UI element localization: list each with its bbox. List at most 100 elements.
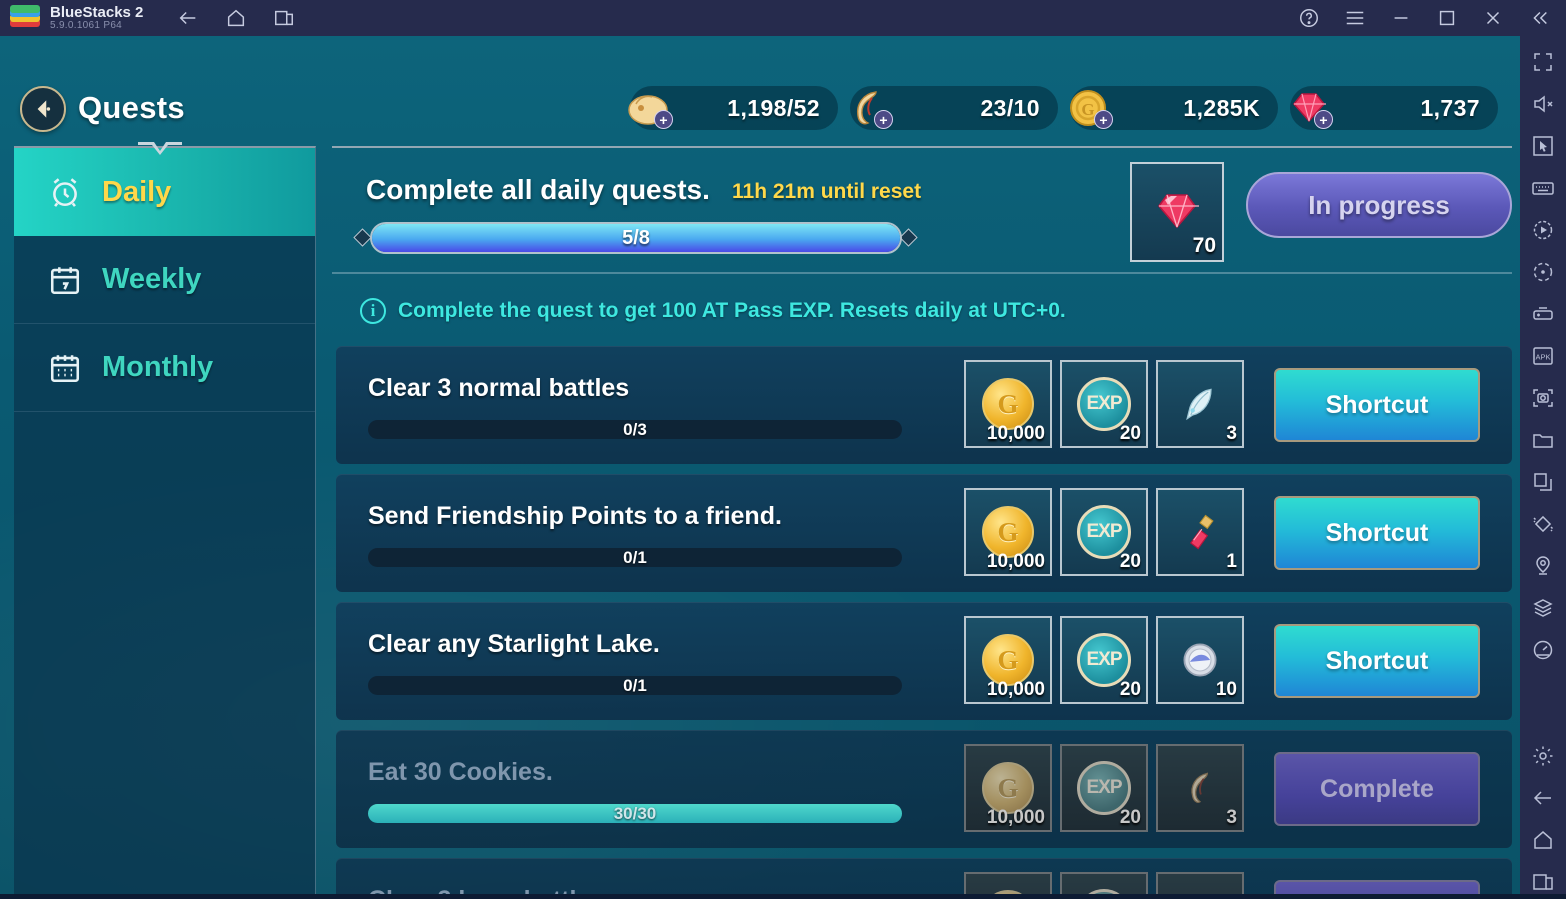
quest-reward-slot[interactable]: EXP 20 xyxy=(1060,360,1148,448)
sidebar-item-daily[interactable]: Daily xyxy=(14,148,315,236)
banner-reward-qty: 70 xyxy=(1192,234,1216,257)
bluestacks-app-name: BlueStacks 2 xyxy=(50,3,144,21)
info-icon: i xyxy=(360,298,386,324)
quest-reward-slot[interactable]: EXP 20 xyxy=(1060,744,1148,832)
add-crescent-button[interactable]: + xyxy=(874,110,893,129)
quest-reward-qty: 1 xyxy=(1226,551,1237,572)
sidebar-item-monthly[interactable]: Monthly xyxy=(14,324,315,412)
install-apk-icon[interactable]: APK xyxy=(1531,344,1555,368)
currency-stamina[interactable]: + 1,198/52 xyxy=(628,86,838,130)
quest-row[interactable]: Clear 3 normal battles 0/3 G 10,000 EXP 20 3 Sh… xyxy=(336,346,1512,464)
mute-icon[interactable] xyxy=(1531,92,1555,116)
sidebar-label-weekly: Weekly xyxy=(102,263,202,295)
speedometer-icon[interactable] xyxy=(1531,638,1555,662)
close-icon[interactable] xyxy=(1482,7,1504,29)
android-back-icon[interactable] xyxy=(1531,786,1555,810)
quest-reward-qty: 3 xyxy=(1226,807,1237,828)
banner-progress-bar: 5/8 xyxy=(370,222,902,254)
collapse-icon[interactable] xyxy=(1528,7,1550,29)
quest-reward-slot[interactable]: G 10,000 xyxy=(964,488,1052,576)
quest-reward-slot[interactable]: EXP 20 xyxy=(1060,488,1148,576)
settings-gear-icon[interactable] xyxy=(1531,744,1555,768)
stamina-value: 1,198/52 xyxy=(727,94,820,121)
minimize-icon[interactable] xyxy=(1390,7,1412,29)
bluestacks-logo-icon xyxy=(10,5,40,31)
back-arrow-icon[interactable] xyxy=(177,7,199,29)
gold-value: 1,285K xyxy=(1183,94,1260,121)
crescent-icon xyxy=(1191,772,1208,803)
currency-gold[interactable]: G + 1,285K xyxy=(1070,86,1278,130)
screenshot-icon[interactable] xyxy=(1531,386,1555,410)
quest-action-button[interactable]: Shortcut xyxy=(1274,496,1480,570)
quest-reward-slot[interactable]: G 10,000 xyxy=(964,744,1052,832)
quest-progress-text: 0/3 xyxy=(623,420,647,439)
shake-icon[interactable] xyxy=(1531,512,1555,536)
rotate-icon[interactable] xyxy=(1531,260,1555,284)
quest-reward-slot[interactable]: G 10,000 xyxy=(964,616,1052,704)
quest-reward-slot[interactable]: 1 xyxy=(1156,488,1244,576)
svg-text:G: G xyxy=(1081,100,1094,119)
quest-category-sidebar: Daily Weekly Monthly xyxy=(14,146,316,894)
gem-value: 1,737 xyxy=(1420,94,1480,121)
quest-list[interactable]: Clear 3 normal battles 0/3 G 10,000 EXP 20 3 Sh… xyxy=(336,346,1512,894)
fullscreen-icon[interactable] xyxy=(1531,50,1555,74)
multi-instance-icon[interactable] xyxy=(1531,596,1555,620)
silver-medal-icon xyxy=(1183,643,1217,677)
quest-reward-slot[interactable]: EXP xyxy=(1060,872,1148,894)
progress-diamond-left xyxy=(353,228,372,247)
maximize-icon[interactable] xyxy=(1436,7,1458,29)
quest-title: Eat 30 Cookies. xyxy=(368,758,553,786)
game-screen: Quests + 1,198/52 + 23/10 G + 1,285K + 1… xyxy=(0,36,1520,894)
add-gold-button[interactable]: + xyxy=(1094,110,1113,129)
banner-reward-slot[interactable]: 70 xyxy=(1130,162,1224,262)
multi-window-icon[interactable] xyxy=(273,7,295,29)
quest-action-button[interactable]: Complete xyxy=(1274,752,1480,826)
info-notice-text: Complete the quest to get 100 AT Pass EX… xyxy=(398,299,1066,322)
copy-icon[interactable] xyxy=(1531,470,1555,494)
help-icon[interactable] xyxy=(1298,7,1320,29)
sidebar-item-weekly[interactable]: Weekly xyxy=(14,236,315,324)
home-icon[interactable] xyxy=(225,7,247,29)
quest-reward-slot[interactable]: 10 xyxy=(1156,616,1244,704)
quest-reward-slot[interactable]: G xyxy=(964,872,1052,894)
banner-status-button[interactable]: In progress xyxy=(1246,172,1512,238)
quest-reward-slot[interactable]: 3 xyxy=(1156,744,1244,832)
quest-row[interactable]: Clear 3 boss battles. G EXP Complete xyxy=(336,858,1512,894)
android-recents-icon[interactable] xyxy=(1531,870,1555,894)
quest-title: Clear 3 normal battles xyxy=(368,374,630,402)
quest-row[interactable]: Eat 30 Cookies. 30/30 G 10,000 EXP 20 3 Complet… xyxy=(336,730,1512,848)
currency-crescent[interactable]: + 23/10 xyxy=(850,86,1058,130)
menu-icon[interactable] xyxy=(1344,7,1366,29)
banner-progress-text: 5/8 xyxy=(622,226,650,249)
quest-progress-bar: 0/1 xyxy=(368,548,902,567)
quest-reward-slot[interactable]: 3 xyxy=(1156,360,1244,448)
gamepad-icon[interactable] xyxy=(1531,302,1555,326)
media-folder-icon[interactable] xyxy=(1531,428,1555,452)
info-notice: i Complete the quest to get 100 AT Pass … xyxy=(360,298,1066,324)
macro-record-icon[interactable] xyxy=(1531,218,1555,242)
quest-reward-slot[interactable] xyxy=(1156,872,1244,894)
keyboard-icon[interactable] xyxy=(1531,176,1555,200)
quest-reward-slot[interactable]: G 10,000 xyxy=(964,360,1052,448)
quest-row[interactable]: Clear any Starlight Lake. 0/1 G 10,000 EXP 20… xyxy=(336,602,1512,720)
add-gem-button[interactable]: + xyxy=(1314,110,1333,129)
location-icon[interactable] xyxy=(1531,554,1555,578)
quest-rewards: G 10,000 EXP 20 1 xyxy=(964,488,1244,576)
back-button[interactable] xyxy=(20,86,66,132)
currency-gem[interactable]: + 1,737 xyxy=(1290,86,1498,130)
quest-title: Send Friendship Points to a friend. xyxy=(368,502,782,530)
quest-reward-slot[interactable]: EXP 20 xyxy=(1060,616,1148,704)
android-home-icon[interactable] xyxy=(1531,828,1555,852)
quest-row[interactable]: Send Friendship Points to a friend. 0/1 G 1… xyxy=(336,474,1512,592)
quest-action-button[interactable]: Shortcut xyxy=(1274,624,1480,698)
quest-action-button[interactable]: Complete xyxy=(1274,880,1480,894)
quest-progress-bar: 0/3 xyxy=(368,420,902,439)
quest-action-button[interactable]: Shortcut xyxy=(1274,368,1480,442)
add-stamina-button[interactable]: + xyxy=(654,110,673,129)
cursor-icon[interactable] xyxy=(1531,134,1555,158)
sidebar-label-monthly: Monthly xyxy=(102,351,214,383)
quest-content-panel: Complete all daily quests. 11h 21m until… xyxy=(332,146,1512,894)
quest-rewards: G 10,000 EXP 20 3 xyxy=(964,744,1244,832)
panel-notch-ornament xyxy=(138,140,182,156)
bluestacks-tool-rail: APK xyxy=(1520,36,1566,894)
